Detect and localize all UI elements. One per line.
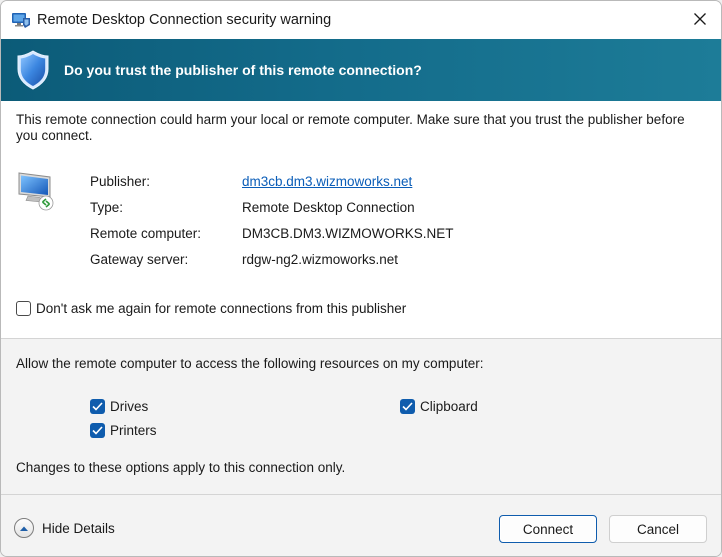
- dont-ask-checkbox-box[interactable]: [16, 301, 31, 316]
- hide-details-label: Hide Details: [42, 520, 115, 536]
- banner-question: Do you trust the publisher of this remot…: [64, 62, 422, 78]
- clipboard-label: Clipboard: [420, 399, 478, 414]
- shield-icon: [16, 50, 50, 90]
- computer-icon: [16, 169, 58, 211]
- dialog-footer: Hide Details Connect Cancel: [1, 495, 721, 556]
- checkmark-icon: [92, 402, 103, 411]
- resources-panel: Allow the remote computer to access the …: [1, 339, 721, 495]
- warning-banner: Do you trust the publisher of this remot…: [1, 39, 721, 101]
- publisher-link[interactable]: dm3cb.dm3.wizmoworks.net: [242, 174, 412, 189]
- remote-computer-label: Remote computer:: [90, 226, 202, 241]
- drives-label: Drives: [110, 399, 149, 414]
- type-label: Type:: [90, 200, 124, 215]
- connect-button[interactable]: Connect: [499, 515, 597, 543]
- close-button[interactable]: [685, 5, 715, 35]
- warning-message: This remote connection could harm your l…: [16, 112, 685, 143]
- publisher-label: Publisher:: [90, 174, 151, 189]
- type-value: Remote Desktop Connection: [242, 200, 415, 215]
- window-title: Remote Desktop Connection security warni…: [37, 12, 332, 28]
- details-panel: This remote connection could harm your l…: [1, 101, 721, 339]
- title-bar: Remote Desktop Connection security warni…: [1, 1, 721, 39]
- dont-ask-label: Don't ask me again for remote connection…: [36, 301, 407, 316]
- hide-details-button[interactable]: Hide Details: [14, 518, 115, 538]
- remote-computer-value: DM3CB.DM3.WIZMOWORKS.NET: [242, 226, 454, 241]
- printers-checkbox[interactable]: Printers: [90, 423, 157, 438]
- close-icon: [693, 12, 707, 29]
- resources-heading: Allow the remote computer to access the …: [16, 356, 484, 371]
- printers-label: Printers: [110, 423, 157, 438]
- checkmark-icon: [402, 402, 413, 411]
- gateway-server-label: Gateway server:: [90, 252, 189, 267]
- drives-checkbox[interactable]: Drives: [90, 399, 148, 414]
- drives-checkbox-box[interactable]: [90, 399, 105, 414]
- clipboard-checkbox[interactable]: Clipboard: [400, 399, 478, 414]
- security-warning-dialog: Remote Desktop Connection security warni…: [0, 0, 722, 557]
- chevron-up-icon: [14, 518, 34, 538]
- cancel-button[interactable]: Cancel: [609, 515, 707, 543]
- options-note: Changes to these options apply to this c…: [16, 460, 346, 475]
- dont-ask-checkbox[interactable]: Don't ask me again for remote connection…: [16, 301, 406, 316]
- printers-checkbox-box[interactable]: [90, 423, 105, 438]
- clipboard-checkbox-box[interactable]: [400, 399, 415, 414]
- checkmark-icon: [92, 426, 103, 435]
- gateway-server-value: rdgw-ng2.wizmoworks.net: [242, 252, 399, 267]
- rdp-app-icon: [11, 10, 31, 30]
